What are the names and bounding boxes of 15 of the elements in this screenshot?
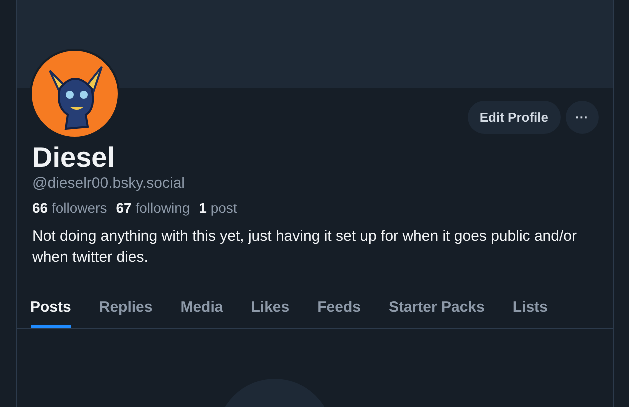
profile-handle: @dieselr00.bsky.social — [32, 174, 186, 194]
profile-tab[interactable]: Media — [180, 291, 224, 328]
profile-stat[interactable]: 66 followers — [32, 198, 108, 218]
profile-tab[interactable]: Feeds — [318, 291, 361, 328]
profile-tab[interactable]: Lists — [512, 291, 548, 328]
edit-profile-button[interactable]: Edit Profile — [468, 101, 560, 134]
profile-tab[interactable]: Starter Packs — [388, 291, 485, 328]
profile-bio: Not doing anything with this yet, just having it set up for when it goes public and/or when twitter dies. — [32, 227, 578, 268]
profile-tab[interactable]: Posts — [30, 291, 72, 328]
display-name: Diesel — [32, 142, 115, 174]
profile-stat[interactable]: 67 following — [116, 198, 190, 218]
profile-tab[interactable]: Replies — [99, 291, 153, 328]
profile-stat[interactable]: 1 post — [199, 198, 238, 218]
more-options-button[interactable]: ··· — [566, 101, 598, 134]
profile-tab[interactable]: Likes — [251, 291, 290, 328]
